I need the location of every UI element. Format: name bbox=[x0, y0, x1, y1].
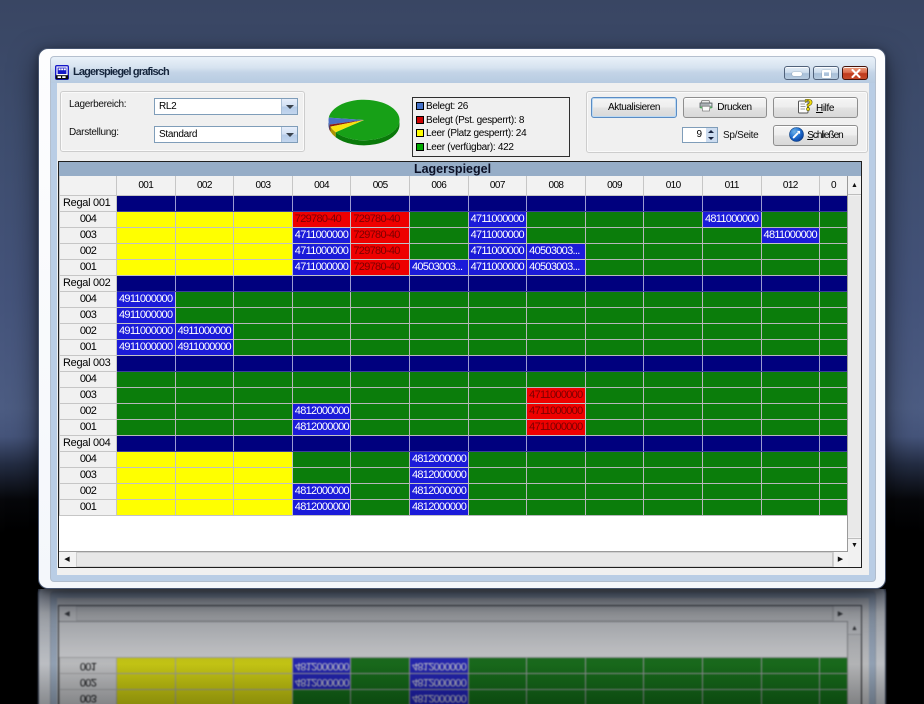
svg-text:?: ? bbox=[804, 98, 812, 115]
